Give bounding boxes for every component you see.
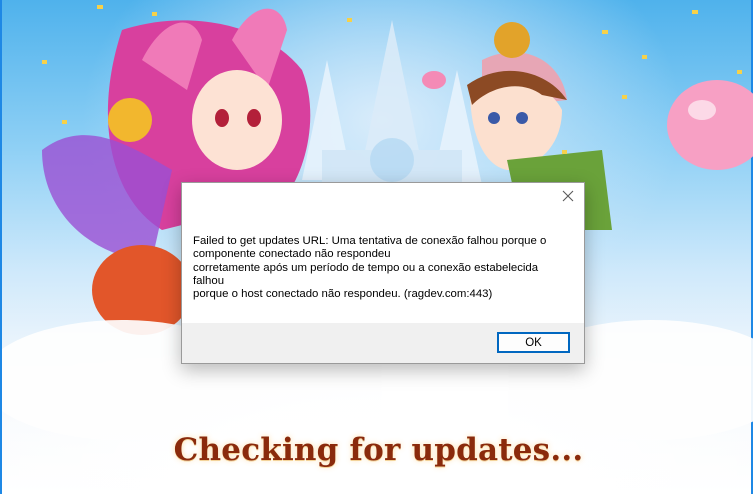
dialog-body: Failed to get updates URL: Uma tentativa… (182, 211, 584, 323)
close-icon (562, 190, 574, 202)
error-message: Failed to get updates URL: Uma tentativa… (193, 235, 547, 301)
error-dialog: Failed to get updates URL: Uma tentativa… (181, 182, 585, 364)
small-poring (422, 71, 446, 89)
pink-poring (667, 80, 753, 170)
dialog-titlebar (182, 183, 584, 211)
dialog-footer: OK (182, 323, 584, 363)
close-button[interactable] (556, 185, 580, 207)
ok-button[interactable]: OK (497, 332, 570, 353)
update-status-text: Checking for updates... (173, 432, 584, 468)
